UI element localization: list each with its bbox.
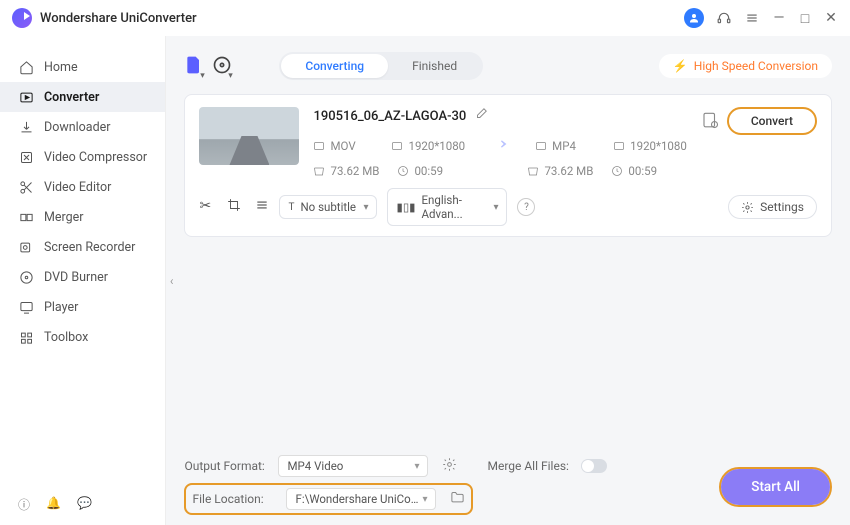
download-icon	[18, 119, 34, 135]
minimize-button[interactable]: —	[772, 10, 786, 26]
menu-icon[interactable]	[744, 10, 760, 26]
scissors-icon	[18, 179, 34, 195]
add-file-button[interactable]: ▾	[184, 55, 204, 78]
merger-icon	[18, 209, 34, 225]
disc-icon	[18, 269, 34, 285]
file-title: 190516_06_AZ-LAGOA-30	[313, 109, 466, 124]
player-icon	[18, 299, 34, 315]
toolbox-icon	[18, 329, 34, 345]
sidebar-item-label: Toolbox	[44, 330, 88, 345]
maximize-button[interactable]: □	[798, 10, 812, 27]
output-format-label: Output Format:	[184, 459, 268, 473]
settings-button[interactable]: Settings	[728, 195, 817, 219]
src-size: 73.62 MB	[313, 164, 379, 178]
dst-resolution: 1920*1080	[613, 139, 687, 153]
bell-icon[interactable]: 🔔	[46, 496, 61, 513]
file-location-label: File Location:	[192, 492, 276, 506]
src-format: MOV	[313, 139, 373, 153]
audio-track-dropdown[interactable]: ▮▯▮English-Advan...▾	[387, 188, 507, 226]
sidebar-item-compressor[interactable]: Video Compressor	[0, 142, 165, 172]
sidebar-item-label: Screen Recorder	[44, 240, 135, 255]
add-disc-button[interactable]: ▾	[212, 55, 232, 78]
app-logo: Wondershare UniConverter	[12, 8, 197, 28]
dst-duration: 00:59	[611, 164, 671, 178]
start-all-button[interactable]: Start All	[721, 469, 830, 505]
bolt-icon: ⚡	[673, 59, 688, 73]
conversion-tabs: Converting Finished	[279, 52, 483, 80]
src-resolution: 1920*1080	[391, 139, 465, 153]
sidebar-item-label: Merger	[44, 210, 84, 225]
src-duration: 00:59	[397, 164, 457, 178]
conversion-arrow-icon	[489, 133, 511, 158]
feedback-icon[interactable]: 💬	[77, 496, 92, 513]
recorder-icon	[18, 239, 34, 255]
compressor-icon	[18, 149, 34, 165]
help-icon[interactable]: ⓘ	[18, 496, 30, 513]
sidebar-item-toolbox[interactable]: Toolbox	[0, 322, 165, 352]
sidebar-item-editor[interactable]: Video Editor	[0, 172, 165, 202]
edit-title-icon[interactable]	[474, 107, 488, 125]
dst-size: 73.62 MB	[527, 164, 593, 178]
merge-label: Merge All Files:	[487, 459, 571, 473]
sidebar-item-label: Converter	[44, 90, 99, 105]
high-speed-label: High Speed Conversion	[694, 59, 818, 73]
sidebar-item-home[interactable]: Home	[0, 52, 165, 82]
sidebar-item-label: DVD Burner	[44, 270, 108, 285]
start-all-wrapper: Start All	[719, 467, 832, 507]
app-title: Wondershare UniConverter	[40, 11, 197, 26]
sidebar-item-downloader[interactable]: Downloader	[0, 112, 165, 142]
tab-converting[interactable]: Converting	[281, 54, 388, 78]
main-content: ▾ ▾ Converting Finished ⚡ High Speed Conv…	[166, 36, 850, 525]
sidebar-item-label: Home	[44, 60, 78, 75]
user-avatar[interactable]	[684, 8, 704, 28]
output-settings-icon[interactable]	[442, 457, 457, 475]
sidebar-item-label: Downloader	[44, 120, 111, 135]
sidebar-item-recorder[interactable]: Screen Recorder	[0, 232, 165, 262]
audio-bars-icon: ▮▯▮	[396, 200, 415, 214]
video-thumbnail[interactable]	[199, 107, 299, 165]
titlebar: Wondershare UniConverter — □ ✕	[0, 0, 850, 36]
file-location-dropdown[interactable]: F:\Wondershare UniConverter▾	[286, 488, 436, 510]
home-icon	[18, 59, 34, 75]
convert-button[interactable]: Convert	[727, 107, 817, 135]
converter-icon	[18, 89, 34, 105]
close-button[interactable]: ✕	[824, 10, 838, 26]
sidebar-item-merger[interactable]: Merger	[0, 202, 165, 232]
headset-icon[interactable]	[716, 10, 732, 26]
sidebar-item-label: Video Compressor	[44, 150, 147, 165]
output-format-dropdown[interactable]: MP4 Video▾	[278, 455, 428, 477]
high-speed-toggle[interactable]: ⚡ High Speed Conversion	[659, 54, 832, 78]
sidebar-item-converter[interactable]: Converter	[0, 82, 165, 112]
crop-icon[interactable]	[227, 198, 241, 216]
trim-icon[interactable]: ✂	[199, 198, 213, 216]
open-folder-icon[interactable]	[450, 490, 465, 508]
sidebar-item-player[interactable]: Player	[0, 292, 165, 322]
merge-all-toggle[interactable]	[581, 459, 607, 473]
tab-finished[interactable]: Finished	[388, 54, 481, 78]
sidebar-item-label: Player	[44, 300, 78, 315]
logo-mark-icon	[12, 8, 32, 28]
more-options-icon[interactable]	[255, 198, 269, 216]
toolbar: ▾ ▾ Converting Finished ⚡ High Speed Conv…	[184, 52, 832, 80]
file-card: 190516_06_AZ-LAGOA-30 MOV 1920*1080 MP4 …	[184, 94, 832, 237]
dst-format: MP4	[535, 139, 595, 153]
sidebar-item-dvd[interactable]: DVD Burner	[0, 262, 165, 292]
sidebar-item-label: Video Editor	[44, 180, 111, 195]
file-properties-icon[interactable]	[701, 111, 719, 132]
sidebar: Home Converter Downloader Video Compress…	[0, 36, 166, 525]
subtitle-dropdown[interactable]: TNo subtitle▾	[279, 195, 377, 219]
info-icon[interactable]: ?	[517, 198, 535, 216]
